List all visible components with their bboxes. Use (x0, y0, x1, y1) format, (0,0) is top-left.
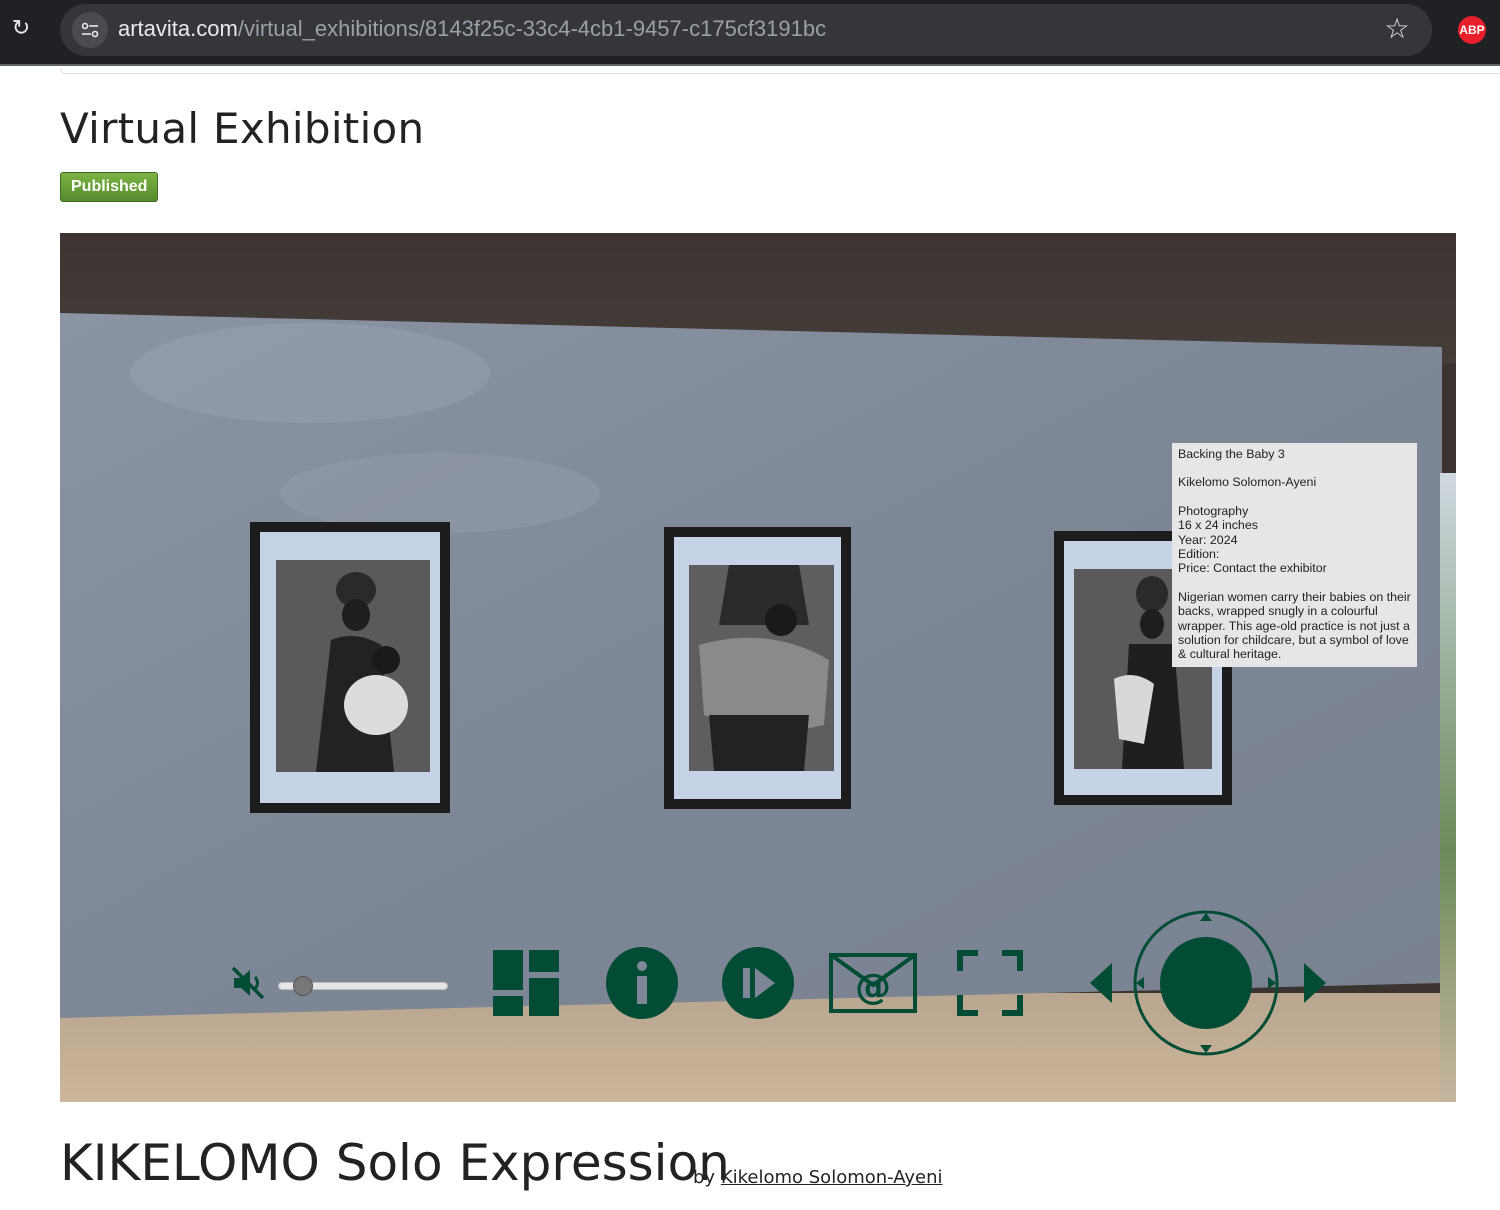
virtual-exhibition-viewer[interactable]: Backing the Baby 3 Kikelomo Solomon-Ayen… (60, 233, 1456, 1102)
artist-link[interactable]: Kikelomo Solomon-Ayeni (721, 1167, 943, 1188)
url-text[interactable]: artavita.com/virtual_exhibitions/8143f25… (118, 16, 826, 42)
volume-slider-thumb[interactable] (293, 976, 313, 996)
byline-prefix: by (693, 1167, 716, 1188)
play-icon[interactable] (721, 946, 795, 1020)
outdoor-view (1440, 473, 1456, 1102)
mute-icon[interactable] (228, 963, 268, 1003)
tooltip-medium: Photography (1178, 503, 1249, 518)
artwork-photo-1 (276, 560, 430, 772)
page-top-border (60, 68, 1500, 74)
artwork-photo-2 (689, 565, 834, 771)
tooltip-description: Nigerian women carry their babies on the… (1178, 589, 1411, 662)
browser-toolbar: ↻ artavita.com/virtual_exhibitions/8143f… (0, 0, 1500, 66)
artwork-mat (674, 537, 841, 799)
page-title: Virtual Exhibition (60, 104, 425, 153)
tooltip-size: 16 x 24 inches (1178, 518, 1258, 533)
url-path: /virtual_exhibitions/8143f25c-33c4-4cb1-… (237, 16, 827, 41)
artwork-mat (260, 532, 440, 803)
svg-text:@: @ (855, 967, 891, 1008)
reload-icon[interactable]: ↻ (8, 16, 34, 42)
tooltip-edition: Edition: (1178, 547, 1220, 562)
fullscreen-icon[interactable] (956, 949, 1024, 1017)
tooltip-artwork-title: Backing the Baby 3 (1178, 447, 1285, 461)
status-badge: Published (60, 172, 159, 202)
artwork-frame-2[interactable] (664, 527, 851, 809)
artwork-frame-1[interactable] (250, 522, 450, 813)
tooltip-price: Price: Contact the exhibitor (1178, 561, 1327, 576)
info-icon[interactable] (605, 946, 679, 1020)
email-icon[interactable]: @ (829, 953, 917, 1013)
gallery-grid-icon[interactable] (491, 948, 561, 1018)
address-bar[interactable]: artavita.com/virtual_exhibitions/8143f25… (60, 4, 1432, 56)
tooltip-year: Year: 2024 (1178, 532, 1238, 547)
site-settings-icon[interactable] (72, 12, 108, 48)
joystick-icon[interactable] (1132, 909, 1280, 1057)
exhibition-byline: by Kikelomo Solomon-Ayeni (693, 1167, 943, 1188)
exhibition-title: KIKELOMO Solo Expression (60, 1134, 730, 1192)
arrow-right-icon[interactable] (1302, 961, 1328, 1005)
tooltip-artist: Kikelomo Solomon-Ayeni (1178, 475, 1317, 490)
artwork-info-tooltip: Backing the Baby 3 Kikelomo Solomon-Ayen… (1172, 443, 1417, 667)
arrow-left-icon[interactable] (1088, 961, 1114, 1005)
url-host: artavita.com (118, 16, 238, 41)
bookmark-star-icon[interactable]: ☆ (1382, 14, 1412, 44)
adblock-extension-icon[interactable]: ABP (1458, 16, 1486, 44)
